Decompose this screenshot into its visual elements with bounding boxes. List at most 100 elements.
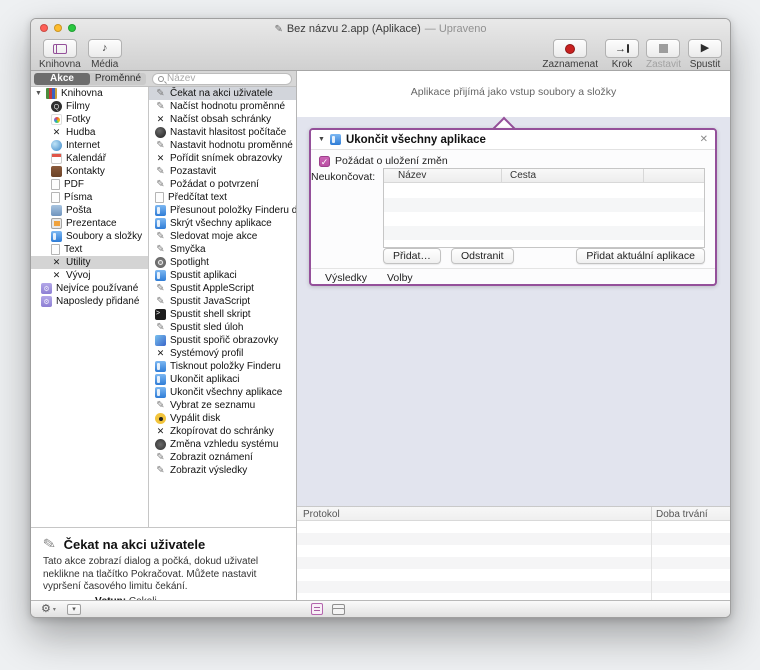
action-block-header[interactable]: ▼ Ukončit všechny aplikace ✕ xyxy=(311,130,715,150)
action-list-item[interactable]: Vybrat ze seznamu xyxy=(149,399,296,412)
action-list-item[interactable]: Sledovat moje akce xyxy=(149,230,296,243)
workflow-action-block[interactable]: ▼ Ukončit všechny aplikace ✕ ✓ Požádat o… xyxy=(309,128,717,286)
xtool-icon xyxy=(51,127,62,138)
action-list-item[interactable]: Spotlight xyxy=(149,256,296,269)
sidebar-smart-item[interactable]: Naposledy přidané xyxy=(31,295,148,308)
close-action-icon[interactable]: ✕ xyxy=(700,134,708,145)
library-books-icon xyxy=(45,88,57,99)
sidebar-item[interactable]: Soubory a složky xyxy=(31,230,148,243)
results-button[interactable]: Výsledky xyxy=(325,272,367,284)
log-list-view-button[interactable] xyxy=(311,603,323,615)
log-duration-header[interactable]: Doba trvání xyxy=(656,509,708,520)
action-list-item[interactable]: Změna vzhledu systému xyxy=(149,438,296,451)
workflow-input-strip: Aplikace přijímá jako vstup soubory a sl… xyxy=(297,71,730,117)
excluded-apps-table[interactable]: Název Cesta xyxy=(383,168,705,248)
action-list-item[interactable]: Smyčka xyxy=(149,243,296,256)
smartfolder-icon xyxy=(41,296,52,307)
action-list-item[interactable]: Načíst hodnotu proměnné xyxy=(149,100,296,113)
block-disclosure-icon[interactable]: ▼ xyxy=(318,136,325,143)
action-list-item[interactable]: Zobrazit oznámení xyxy=(149,451,296,464)
action-list-item[interactable]: Přesunout položky Finderu do koše xyxy=(149,204,296,217)
action-list-item[interactable]: Předčítat text xyxy=(149,191,296,204)
sidebar-item[interactable]: Prezentace xyxy=(31,217,148,230)
titlebar[interactable]: ✎ Bez názvu 2.app (Aplikace) — Upraveno xyxy=(31,19,730,37)
row-label: Naposledy přidané xyxy=(56,296,140,307)
search-input[interactable]: Název xyxy=(152,73,292,85)
sidebar-item[interactable]: Hudba xyxy=(31,126,148,139)
checkbox-checked-icon[interactable]: ✓ xyxy=(319,155,330,167)
sidebar-item[interactable]: Fotky xyxy=(31,113,148,126)
action-list-item[interactable]: Pozastavit xyxy=(149,165,296,178)
sidebar-item[interactable]: Kalendář xyxy=(31,152,148,165)
log-steps-view-button[interactable] xyxy=(331,603,345,615)
sidebar-item[interactable]: Vývoj xyxy=(31,269,148,282)
table-body-empty[interactable] xyxy=(384,184,704,247)
row-label: Smyčka xyxy=(170,244,206,255)
add-button[interactable]: Přidat… xyxy=(383,248,441,264)
sidebar-item-label: Knihovna xyxy=(60,88,103,99)
column-header-path[interactable]: Cesta xyxy=(502,169,644,182)
column-header-name[interactable]: Název xyxy=(384,169,502,182)
toolbar-library-button[interactable]: Knihovna xyxy=(39,39,81,70)
action-list-item[interactable]: Načíst obsah schránky xyxy=(149,113,296,126)
toolbar-run-button[interactable]: ▶ Spustit xyxy=(688,39,722,70)
row-label: Zobrazit výsledky xyxy=(170,465,248,476)
action-list-item[interactable]: Nastavit hodnotu proměnné xyxy=(149,139,296,152)
action-list-item[interactable]: Skrýt všechny aplikace xyxy=(149,217,296,230)
sidebar-item[interactable]: Text xyxy=(31,243,148,256)
search-icon xyxy=(158,76,164,82)
action-list-item[interactable]: Ukončit všechny aplikace xyxy=(149,386,296,399)
action-list-item[interactable]: Zobrazit výsledky xyxy=(149,464,296,477)
toggle-description-panel-button[interactable] xyxy=(67,604,81,615)
sidebar-smart-item[interactable]: Nejvíce používané xyxy=(31,282,148,295)
toolbar-step-button[interactable]: → Krok xyxy=(604,39,639,70)
tab-actions[interactable]: Akce xyxy=(34,73,90,85)
sidebar-item[interactable]: Písma xyxy=(31,191,148,204)
action-list-item[interactable]: Spustit sled úloh xyxy=(149,321,296,334)
finder-icon xyxy=(155,218,166,229)
workflow-canvas[interactable]: ▼ Ukončit všechny aplikace ✕ ✓ Požádat o… xyxy=(297,116,730,506)
action-list-item[interactable]: Spustit AppleScript xyxy=(149,282,296,295)
sidebar-item[interactable]: PDF xyxy=(31,178,148,191)
sidebar-item[interactable]: Filmy xyxy=(31,100,148,113)
action-list-item[interactable]: Spustit aplikaci xyxy=(149,269,296,282)
log-protocol-header[interactable]: Protokol xyxy=(303,509,340,520)
automator-icon xyxy=(155,166,166,177)
action-list-item[interactable]: Vypálit disk xyxy=(149,412,296,425)
action-list-item[interactable]: Systémový profil xyxy=(149,347,296,360)
action-list-item[interactable]: Nastavit hlasitost počítače xyxy=(149,126,296,139)
action-list-item[interactable]: Zkopírovat do schránky xyxy=(149,425,296,438)
xtool-icon xyxy=(155,348,166,359)
action-list-item[interactable]: Tisknout položky Finderu xyxy=(149,360,296,373)
action-options-menu-button[interactable]: ⚙ ▾ xyxy=(41,602,56,616)
tab-variables[interactable]: Proměnné xyxy=(90,73,146,85)
log-view-toggles xyxy=(311,603,345,615)
action-list-item[interactable]: Spustit spořič obrazovky xyxy=(149,334,296,347)
add-current-apps-button[interactable]: Přidat aktuální aplikace xyxy=(576,248,705,264)
sidebar-item[interactable]: Internet xyxy=(31,139,148,152)
options-button[interactable]: Volby xyxy=(387,272,413,284)
disclosure-triangle-icon[interactable]: ▼ xyxy=(35,90,42,97)
row-label: Pošta xyxy=(66,205,92,216)
xtool-icon xyxy=(155,114,166,125)
sidebar-item-library-root[interactable]: ▼ Knihovna xyxy=(31,87,148,100)
action-list-item[interactable]: Čekat na akci uživatele xyxy=(149,87,296,100)
page-icon xyxy=(51,244,60,255)
action-list-item[interactable]: Spustit shell skript xyxy=(149,308,296,321)
toolbar-record-button[interactable]: Zaznamenat xyxy=(542,39,598,70)
action-list-item[interactable]: Spustit JavaScript xyxy=(149,295,296,308)
action-list-item[interactable]: Ukončit aplikaci xyxy=(149,373,296,386)
workflow-pane: Aplikace přijímá jako vstup soubory a sl… xyxy=(297,71,730,600)
row-label: Přesunout položky Finderu do koše xyxy=(170,205,296,216)
sidebar-item[interactable]: Utility xyxy=(31,256,148,269)
action-list-item[interactable]: Požádat o potvrzení xyxy=(149,178,296,191)
action-list-item[interactable]: Pořídit snímek obrazovky xyxy=(149,152,296,165)
toolbar-media-button[interactable]: ♪ Média xyxy=(87,39,122,70)
sidebar-item[interactable]: Kontakty xyxy=(31,165,148,178)
sidebar-item[interactable]: Pošta xyxy=(31,204,148,217)
smartfolder-icon xyxy=(41,283,52,294)
photos-icon xyxy=(51,114,62,125)
ask-to-save-checkbox[interactable]: ✓ Požádat o uložení změn xyxy=(319,155,448,167)
remove-button[interactable]: Odstranit xyxy=(451,248,514,264)
contacts-icon xyxy=(51,166,62,177)
